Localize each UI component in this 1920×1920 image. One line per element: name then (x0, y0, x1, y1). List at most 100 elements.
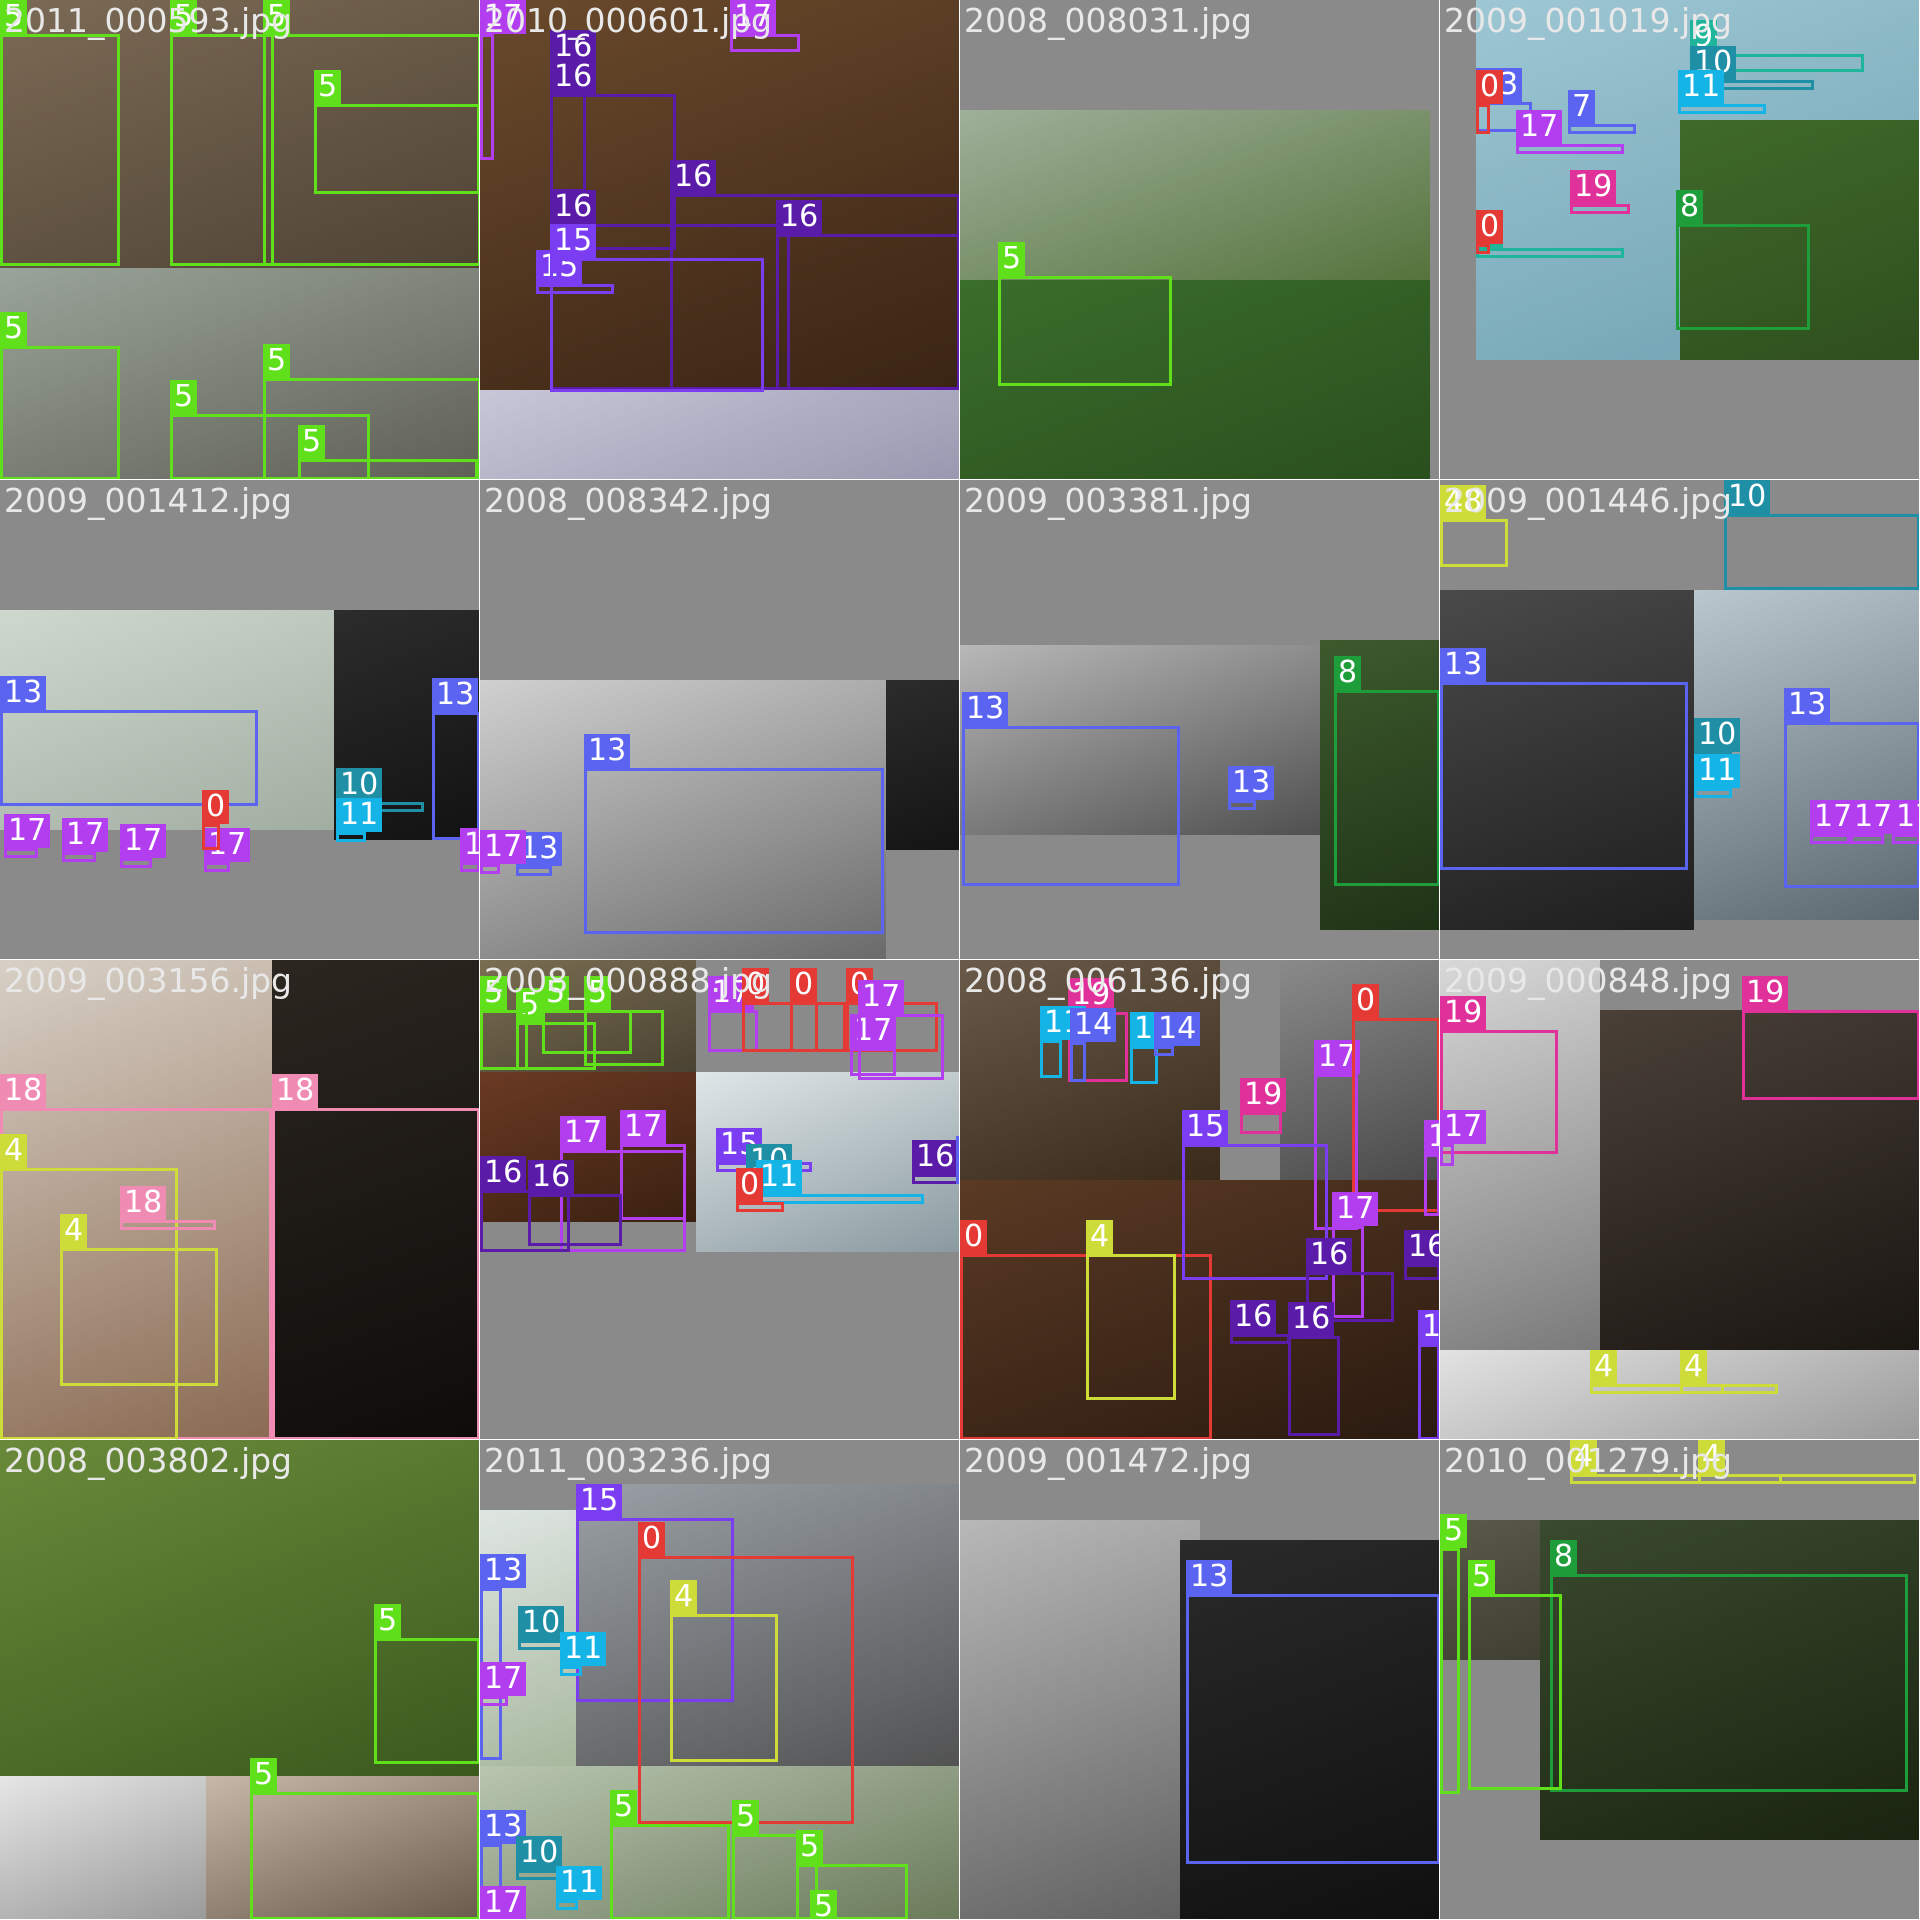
tile-photo (886, 680, 959, 850)
bounding-box: 11 (336, 798, 383, 842)
tile-filename: 2009_001019.jpg (1444, 1, 1733, 40)
bounding-box: 16 (1404, 1230, 1439, 1280)
bounding-box: 48 (1440, 485, 1508, 567)
bounding-box: 11 (1694, 754, 1741, 798)
bounding-box: 5 (0, 0, 120, 266)
box-class-label: 16 (1230, 1300, 1277, 1334)
bounding-box: 17 (1892, 800, 1919, 844)
tile-photo (480, 390, 959, 479)
box-class-label: 17 (460, 828, 479, 862)
box-class-label: 5 (250, 1758, 278, 1792)
tile-filename: 2009_001446.jpg (1444, 481, 1733, 520)
box-class-label: 16 (776, 200, 823, 234)
box-class-label: 13 (1228, 766, 1275, 800)
box-class-label: 0 (1352, 984, 1380, 1018)
box-class-label: 11 (336, 798, 383, 832)
bounding-box: 17 (4, 814, 51, 858)
bounding-box: 15 (1418, 1310, 1439, 1439)
box-class-label: 16 (1306, 1238, 1353, 1272)
box-class-label: 11 (556, 1866, 603, 1900)
mosaic-tile: 2010_001279.jpg 4 4 8 5 5 (1440, 1440, 1920, 1920)
tile-filename: 2009_000848.jpg (1444, 961, 1733, 1000)
box-class-label: 17 (858, 980, 905, 1014)
box-class-label: 0 (790, 968, 818, 1002)
bounding-box: 17 (1440, 1110, 1487, 1166)
box-class-label: 5 (1468, 1560, 1496, 1594)
bounding-box: 10 (1724, 480, 1919, 590)
mosaic-tile: 2009_003156.jpg 18 18 4 4 18 (0, 960, 480, 1440)
box-class-label: 5 (263, 344, 291, 378)
bounding-box: 0 (1476, 70, 1504, 134)
mosaic-tile: 2009_001446.jpg481013131011171717 (1440, 480, 1920, 960)
box-class-label: 19 (1570, 170, 1617, 204)
bounding-box: 5 (1440, 1514, 1468, 1794)
box-class-label: 11 (1678, 70, 1725, 104)
mosaic-tile: 2008_006136.jpg1911141114191701701541716… (960, 960, 1440, 1440)
tile-filename: 2010_001279.jpg (1444, 1441, 1733, 1480)
box-class-label: 18 (272, 1074, 319, 1108)
box-class-label: 16 (550, 190, 597, 224)
bounding-box: 19 (1742, 976, 1919, 1100)
tile-filename: 2011_000593.jpg (4, 1, 293, 40)
box-class-label: 17 (480, 1886, 527, 1919)
bounding-box: 17 (480, 1662, 527, 1706)
box-class-label: 17 (560, 1116, 607, 1150)
box-class-label: 17 (620, 1110, 667, 1144)
box-class-label: 16 (480, 1156, 527, 1190)
bounding-box: 19 (1240, 1078, 1287, 1134)
box-class-label: 17 (480, 1662, 527, 1696)
box-class-label: 19 (1742, 976, 1789, 1010)
bounding-box: 5 (250, 1758, 479, 1919)
bounding-box: 19 (1570, 170, 1630, 214)
bounding-box: 5 (374, 1604, 479, 1764)
bounding-box: 17 (480, 830, 527, 874)
bounding-box: 5 (314, 70, 479, 194)
bounding-box: 4 (670, 1580, 778, 1762)
bounding-box: 0 (790, 968, 846, 1052)
box-class-label: 5 (796, 1830, 824, 1864)
bounding-box: 17 (460, 828, 479, 872)
mosaic-tile: 2009_000848.jpg 19 19 17 4 4 (1440, 960, 1920, 1440)
bounding-box: 5 (170, 0, 274, 266)
tile-photo (960, 1520, 1200, 1919)
box-class-label: 18 (120, 1186, 167, 1220)
bounding-box: 5 (584, 976, 664, 1066)
box-class-label: 4 (1680, 1350, 1708, 1384)
box-class-label: 0 (638, 1522, 666, 1556)
mosaic-tile: 2009_003381.jpg 13 13 8 (960, 480, 1440, 960)
box-class-label: 0 (960, 1220, 988, 1254)
mosaic-tile: 2009_001412.jpg1313101117171717170 (0, 480, 480, 960)
mosaic-tile: 2011_000593.jpg 5 5 5 5 5 5 5 5 (0, 0, 480, 480)
box-class-label: 10 (518, 1606, 565, 1640)
box-class-label: 4 (1590, 1350, 1618, 1384)
box-class-label: 13 (1440, 648, 1487, 682)
bounding-box: 14 (1154, 1012, 1201, 1056)
box-class-label: 17 (480, 830, 527, 864)
tile-photo (960, 110, 1430, 280)
box-class-label: 17 (1516, 110, 1563, 144)
bounding-box: 17 (120, 824, 167, 868)
bounding-box: 16 (1230, 1300, 1290, 1344)
mosaic-tile: 2009_001472.jpg 13 (960, 1440, 1440, 1920)
bounding-box: 8 (1334, 656, 1439, 886)
bounding-box: 5 (998, 242, 1172, 386)
tile-filename: 2011_003236.jpg (484, 1441, 773, 1480)
box-class-label: 16 (912, 1140, 959, 1174)
box-class-label: 17 (1892, 800, 1919, 834)
bounding-box: 8 (1550, 1540, 1908, 1792)
mosaic-tile: 2008_008031.jpg 5 (960, 0, 1440, 480)
tile-filename: 2009_001472.jpg (964, 1441, 1253, 1480)
box-class-label: 16 (550, 60, 597, 94)
box-class-label: 0 (1476, 210, 1504, 244)
box-class-label: 5 (314, 70, 342, 104)
box-class-label: 5 (170, 380, 198, 414)
bounding-box: 13 (432, 678, 479, 840)
bounding-box: 16 (776, 200, 959, 390)
box-class-label: 17 (1424, 1120, 1439, 1154)
bounding-box: 13 (1440, 648, 1688, 870)
tile-filename: 2008_003802.jpg (4, 1441, 293, 1480)
box-class-label: 13 (432, 678, 479, 712)
box-class-label: 13 (1784, 688, 1831, 722)
box-class-label: 17 (1440, 1110, 1487, 1144)
bounding-box: 16 (912, 1140, 959, 1184)
